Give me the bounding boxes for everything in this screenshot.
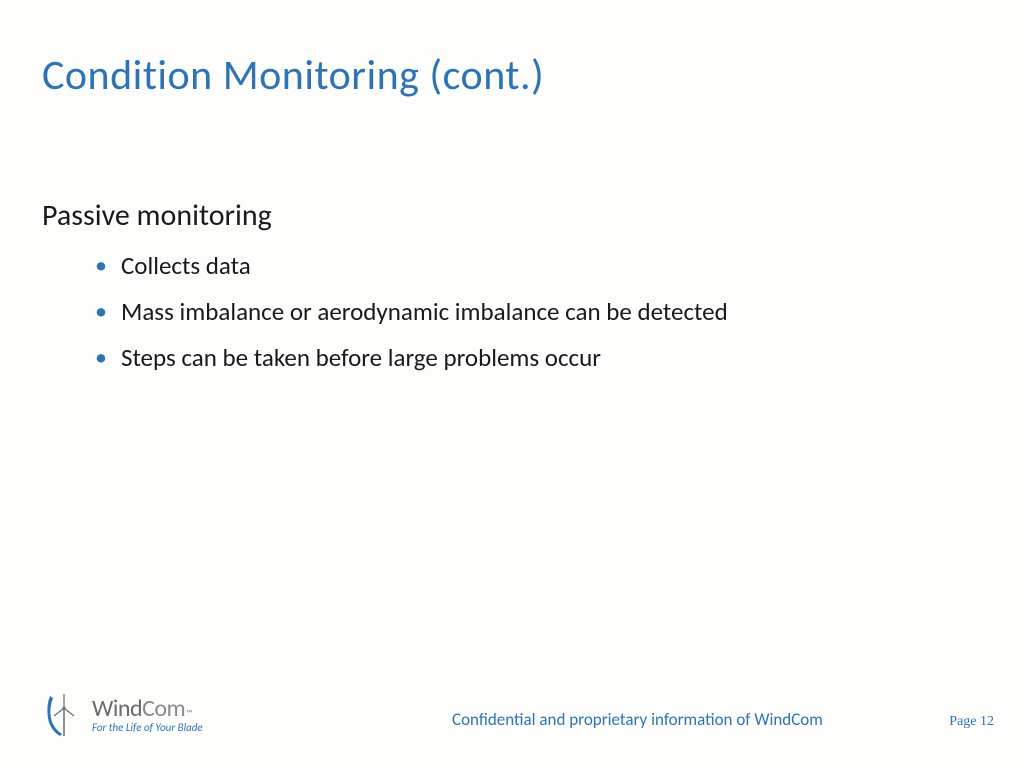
- list-item: • Steps can be taken before large proble…: [95, 342, 964, 374]
- bullet-text: Steps can be taken before large problems…: [121, 342, 601, 374]
- logo: WindCom™ For the Life of Your Blade: [42, 688, 203, 740]
- logo-name: WindCom™: [92, 694, 203, 723]
- bullet-icon: •: [95, 296, 107, 328]
- logo-wind-text: Wind: [92, 694, 142, 723]
- logo-com-text: Com: [142, 694, 185, 723]
- windcom-logo-icon: [42, 688, 84, 740]
- bullet-icon: •: [95, 342, 107, 374]
- logo-tagline: For the Life of Your Blade: [92, 721, 203, 734]
- bullet-list: • Collects data • Mass imbalance or aero…: [95, 250, 964, 388]
- bullet-text: Mass imbalance or aerodynamic imbalance …: [121, 296, 728, 328]
- section-heading: Passive monitoring: [42, 197, 272, 234]
- logo-text-group: WindCom™ For the Life of Your Blade: [92, 694, 203, 734]
- list-item: • Collects data: [95, 250, 964, 282]
- bullet-text: Collects data: [121, 250, 251, 282]
- footer-page-number: Page 12: [949, 714, 994, 730]
- list-item: • Mass imbalance or aerodynamic imbalanc…: [95, 296, 964, 328]
- footer-confidential: Confidential and proprietary information…: [452, 709, 823, 730]
- slide-title: Condition Monitoring (cont.): [42, 50, 544, 101]
- bullet-icon: •: [95, 250, 107, 282]
- logo-trademark: ™: [186, 708, 192, 719]
